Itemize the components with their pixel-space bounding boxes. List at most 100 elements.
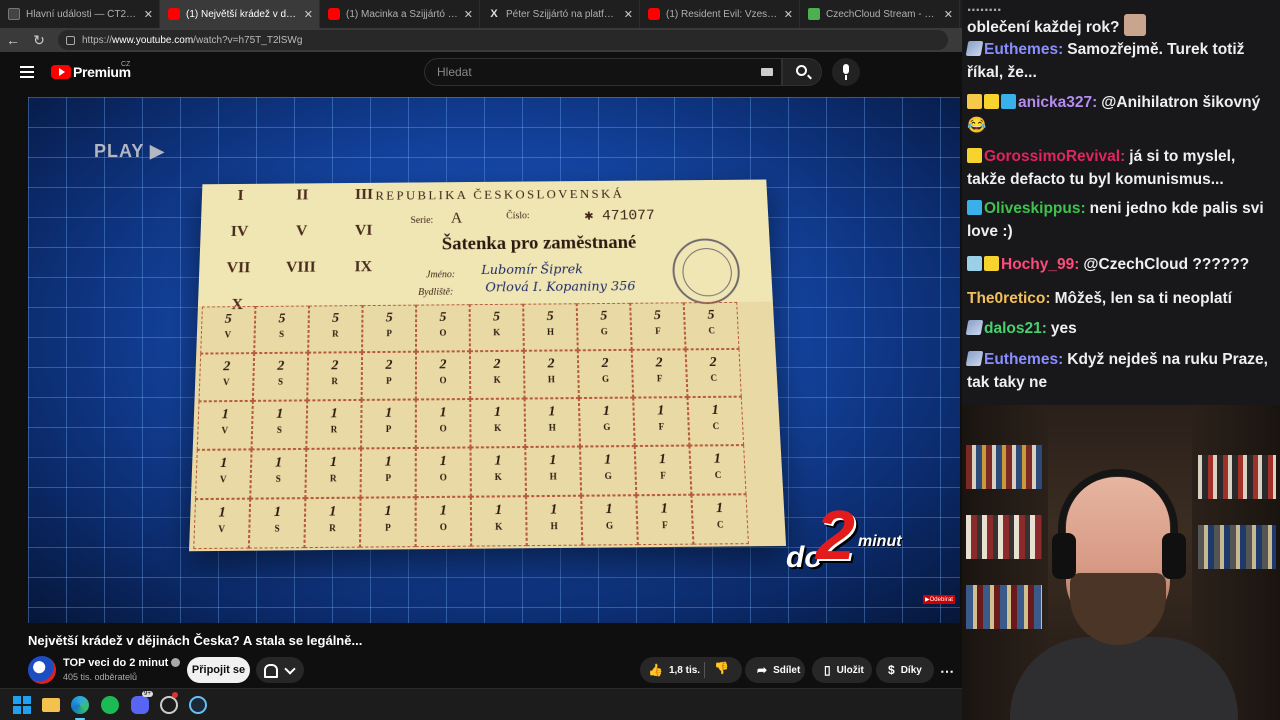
card-serie-label: Serie: (410, 215, 434, 226)
close-tab-icon[interactable]: ✕ (784, 8, 793, 21)
card-coupon: 2H (523, 350, 579, 399)
coupon-value: 1 (602, 403, 611, 419)
tab-youtube-active[interactable]: (1) Největší krádež v dějinách Česk ✕ (160, 0, 320, 28)
close-tab-icon[interactable]: ✕ (304, 8, 313, 21)
chat-username[interactable]: Euthemes: (984, 41, 1063, 58)
chat-username[interactable]: Oliveskippus: (984, 200, 1086, 217)
video-player[interactable]: PLAY ▶ I II III IV V VI VII VIII IX X REPUBLIKA Č… (28, 97, 960, 623)
card-coupon: 5V (200, 306, 256, 354)
card-coupon: 1K (470, 446, 527, 497)
url-field[interactable]: https://www.youtube.com/watch?v=h75T_T2l… (58, 30, 948, 50)
tab-czechcloud[interactable]: CzechCloud Stream - Watch Live o ✕ (800, 0, 960, 28)
chat-username[interactable]: Euthemes: (984, 351, 1063, 368)
card-cislo-label: Číslo: (506, 210, 530, 222)
czechcloud-icon (808, 8, 820, 20)
coupon-letter: S (277, 376, 284, 387)
save-button[interactable]: ▯ Uložit (812, 657, 872, 683)
card-coupon: 5R (308, 305, 363, 353)
card-coupon: 1R (306, 399, 362, 449)
spotify-icon[interactable] (101, 696, 119, 714)
close-tab-icon[interactable]: ✕ (624, 8, 633, 21)
card-coupon: 1G (578, 397, 635, 447)
card-coupon: 1O (415, 398, 471, 448)
channel-avatar[interactable] (28, 656, 56, 684)
coupon-value: 1 (329, 504, 337, 520)
close-tab-icon[interactable]: ✕ (144, 8, 153, 21)
card-coupon: 1O (415, 447, 471, 498)
coupon-value: 2 (223, 359, 231, 375)
screen: Hlavní události — ČT24 — Česká t ✕ (1) Ne… (0, 0, 1280, 720)
card-coupon: 1H (525, 446, 582, 497)
chat-username[interactable]: The0retico: (967, 290, 1051, 307)
youtube-logo-icon[interactable] (51, 65, 71, 79)
steam-icon[interactable] (189, 696, 207, 714)
voice-search-button[interactable] (832, 58, 860, 86)
card-coupon: 1P (361, 399, 416, 449)
more-actions-icon[interactable]: ⋯ (940, 663, 954, 680)
browser-tab-strip: Hlavní události — ČT24 — Česká t ✕ (1) Ne… (0, 0, 962, 28)
join-button[interactable]: Připojit se (187, 657, 250, 683)
books-row (966, 515, 1042, 559)
coupon-value: 2 (655, 355, 663, 371)
tab-ct24[interactable]: Hlavní události — ČT24 — Česká t ✕ (0, 0, 160, 28)
card-coupon: 1G (581, 495, 638, 546)
card-coupon: 5C (683, 301, 740, 350)
chat-username[interactable]: anicka327: (1018, 94, 1097, 111)
tab-youtube-macinka[interactable]: (1) Macinka a Szijjártó tvrdě proti ✕ (320, 0, 480, 28)
coupon-letter: P (385, 423, 392, 434)
file-explorer-icon[interactable] (42, 698, 60, 712)
diamond-badge-icon (1001, 94, 1016, 109)
thumbs-down-icon[interactable]: 👎 (714, 661, 729, 675)
search-input[interactable] (437, 65, 757, 79)
menu-icon[interactable] (20, 66, 34, 78)
chat-username[interactable]: Hochy_99: (1001, 256, 1079, 273)
reload-icon[interactable]: ↻ (26, 32, 52, 49)
windows-start-icon[interactable] (13, 696, 31, 714)
search-box[interactable] (424, 58, 782, 86)
coupon-letter: O (439, 423, 447, 434)
books-row (966, 445, 1042, 489)
chat-text: Môžeš, len sa ti neoplatí (1054, 290, 1232, 307)
site-info-icon[interactable] (66, 35, 75, 45)
keyboard-icon[interactable] (761, 68, 773, 76)
address-bar-row: ← ↻ https://www.youtube.com/watch?v=h75T… (0, 28, 962, 52)
thumbs-up-icon[interactable]: 👍 (648, 663, 663, 677)
like-dislike-group: 👍 1,8 tis. 👎 (640, 657, 742, 683)
coupon-value: 1 (439, 405, 447, 421)
diamond-badge-icon (967, 200, 982, 215)
coupon-letter: F (661, 519, 668, 531)
tab-x-szijjarto[interactable]: X Péter Szijjártó na platformě X: „It h ✕ (480, 0, 640, 28)
chat-username[interactable]: GorossimoRevival: (984, 148, 1125, 165)
notification-bell-button[interactable] (256, 657, 304, 683)
card-coupon: 5K (469, 303, 524, 352)
close-tab-icon[interactable]: ✕ (944, 8, 953, 21)
headphones-icon (1058, 469, 1178, 579)
tab-youtube-resident-evil[interactable]: (1) Resident Evil: Vzestup, pád a zn ✕ (640, 0, 800, 28)
card-coupon: 2R (307, 352, 363, 401)
like-count[interactable]: 1,8 tis. (669, 665, 700, 676)
channel-name[interactable]: TOP veci do 2 minut (63, 657, 181, 669)
back-arrow-icon[interactable]: ← (0, 32, 26, 48)
coupon-letter: R (332, 328, 339, 339)
discord-icon[interactable]: 9+ (131, 691, 153, 714)
search-button[interactable] (782, 58, 822, 86)
edge-icon[interactable] (71, 696, 89, 714)
coupon-letter: P (385, 472, 392, 483)
card-coupon: 2K (469, 350, 525, 399)
subscribe-watermark-button[interactable]: ▶Odebírat (923, 595, 955, 604)
card-roman-numeral: VIII (285, 259, 316, 276)
share-button[interactable]: ➦ Sdílet (745, 657, 805, 683)
card-coupon: 5O (416, 304, 470, 352)
coupon-value: 1 (219, 455, 228, 472)
bits-badge-icon (984, 94, 999, 109)
coupon-letter: O (439, 521, 447, 533)
chat-username[interactable]: dalos21: (984, 320, 1047, 337)
coupon-letter: G (600, 326, 608, 337)
close-tab-icon[interactable]: ✕ (464, 8, 473, 21)
card-coupon: 1S (251, 400, 308, 450)
coupon-value: 1 (494, 502, 503, 519)
coupon-value: 2 (277, 358, 285, 374)
thanks-button[interactable]: $ Díky (876, 657, 934, 683)
clock-app-icon[interactable] (160, 692, 178, 714)
search-icon (796, 65, 807, 76)
